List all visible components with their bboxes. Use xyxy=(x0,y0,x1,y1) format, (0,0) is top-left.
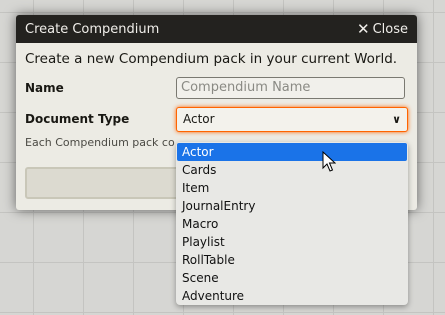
close-label: Close xyxy=(372,21,408,37)
document-type-label: Document Type xyxy=(25,112,130,126)
close-button[interactable]: ✕ Close xyxy=(357,19,408,38)
option-journalentry[interactable]: JournalEntry xyxy=(176,197,408,215)
dialog-titlebar[interactable]: Create Compendium ✕ Close xyxy=(16,15,417,43)
option-cards[interactable]: Cards xyxy=(176,161,408,179)
dialog-content: Create a new Compendium pack in your cur… xyxy=(16,43,417,149)
document-type-select[interactable]: Actor ∨ xyxy=(176,106,408,132)
chevron-down-icon: ∨ xyxy=(392,112,401,126)
mouse-cursor-icon xyxy=(322,151,336,172)
option-item[interactable]: Item xyxy=(176,179,408,197)
name-label: Name xyxy=(25,81,64,95)
option-scene[interactable]: Scene xyxy=(176,269,408,287)
option-adventure[interactable]: Adventure xyxy=(176,287,408,305)
close-icon: ✕ xyxy=(357,19,370,38)
option-macro[interactable]: Macro xyxy=(176,215,408,233)
option-playlist[interactable]: Playlist xyxy=(176,233,408,251)
name-row: Name Compendium Name xyxy=(25,75,408,101)
dialog-title: Create Compendium xyxy=(25,21,160,37)
document-type-dropdown: Actor Cards Item JournalEntry Macro Play… xyxy=(176,142,408,305)
name-placeholder: Compendium Name xyxy=(181,80,311,95)
option-rolltable[interactable]: RollTable xyxy=(176,251,408,269)
type-row: Document Type Actor ∨ xyxy=(25,106,408,132)
document-type-value: Actor xyxy=(183,112,215,126)
intro-text: Create a new Compendium pack in your cur… xyxy=(25,51,398,67)
name-input[interactable]: Compendium Name xyxy=(176,77,405,99)
option-actor[interactable]: Actor xyxy=(177,143,407,161)
